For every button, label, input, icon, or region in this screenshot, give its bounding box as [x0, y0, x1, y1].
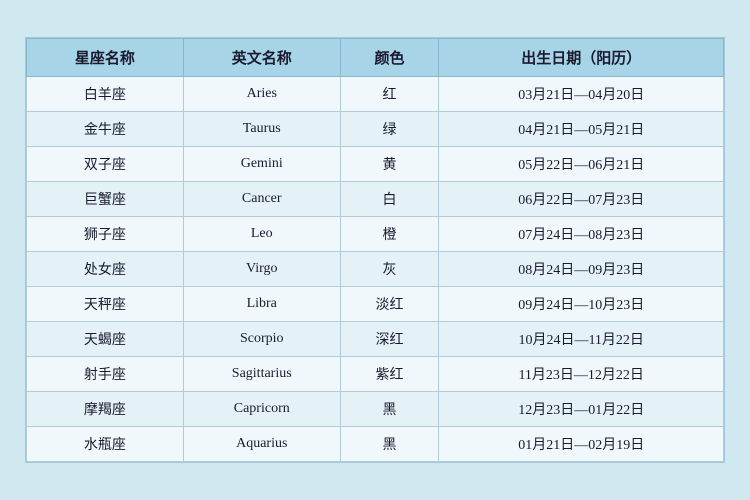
cell-english-name: Gemini: [183, 147, 340, 182]
cell-chinese-name: 巨蟹座: [27, 182, 184, 217]
table-row: 摩羯座Capricorn黑12月23日—01月22日: [27, 392, 724, 427]
cell-dates: 07月24日—08月23日: [439, 217, 724, 252]
cell-color: 黑: [340, 427, 439, 462]
cell-english-name: Aquarius: [183, 427, 340, 462]
cell-chinese-name: 天秤座: [27, 287, 184, 322]
table-row: 金牛座Taurus绿04月21日—05月21日: [27, 112, 724, 147]
header-birthdate: 出生日期（阳历）: [439, 39, 724, 77]
table-row: 白羊座Aries红03月21日—04月20日: [27, 77, 724, 112]
cell-english-name: Aries: [183, 77, 340, 112]
cell-color: 深红: [340, 322, 439, 357]
zodiac-table-container: 星座名称 英文名称 颜色 出生日期（阳历） 白羊座Aries红03月21日—04…: [25, 37, 725, 463]
cell-dates: 08月24日—09月23日: [439, 252, 724, 287]
cell-english-name: Taurus: [183, 112, 340, 147]
cell-chinese-name: 金牛座: [27, 112, 184, 147]
cell-english-name: Libra: [183, 287, 340, 322]
table-row: 射手座Sagittarius紫红11月23日—12月22日: [27, 357, 724, 392]
table-row: 巨蟹座Cancer白06月22日—07月23日: [27, 182, 724, 217]
cell-english-name: Leo: [183, 217, 340, 252]
cell-chinese-name: 处女座: [27, 252, 184, 287]
cell-dates: 03月21日—04月20日: [439, 77, 724, 112]
cell-color: 淡红: [340, 287, 439, 322]
cell-chinese-name: 摩羯座: [27, 392, 184, 427]
header-english-name: 英文名称: [183, 39, 340, 77]
cell-chinese-name: 狮子座: [27, 217, 184, 252]
cell-color: 白: [340, 182, 439, 217]
cell-english-name: Sagittarius: [183, 357, 340, 392]
cell-color: 黄: [340, 147, 439, 182]
table-body: 白羊座Aries红03月21日—04月20日金牛座Taurus绿04月21日—0…: [27, 77, 724, 462]
cell-dates: 11月23日—12月22日: [439, 357, 724, 392]
table-row: 狮子座Leo橙07月24日—08月23日: [27, 217, 724, 252]
cell-color: 黑: [340, 392, 439, 427]
cell-color: 橙: [340, 217, 439, 252]
cell-color: 绿: [340, 112, 439, 147]
cell-english-name: Cancer: [183, 182, 340, 217]
cell-color: 灰: [340, 252, 439, 287]
cell-chinese-name: 双子座: [27, 147, 184, 182]
cell-dates: 09月24日—10月23日: [439, 287, 724, 322]
cell-dates: 01月21日—02月19日: [439, 427, 724, 462]
cell-chinese-name: 射手座: [27, 357, 184, 392]
cell-dates: 04月21日—05月21日: [439, 112, 724, 147]
table-row: 处女座Virgo灰08月24日—09月23日: [27, 252, 724, 287]
table-header-row: 星座名称 英文名称 颜色 出生日期（阳历）: [27, 39, 724, 77]
table-row: 天秤座Libra淡红09月24日—10月23日: [27, 287, 724, 322]
cell-dates: 05月22日—06月21日: [439, 147, 724, 182]
cell-chinese-name: 白羊座: [27, 77, 184, 112]
cell-color: 紫红: [340, 357, 439, 392]
header-chinese-name: 星座名称: [27, 39, 184, 77]
cell-english-name: Scorpio: [183, 322, 340, 357]
cell-dates: 12月23日—01月22日: [439, 392, 724, 427]
cell-english-name: Capricorn: [183, 392, 340, 427]
cell-color: 红: [340, 77, 439, 112]
zodiac-table: 星座名称 英文名称 颜色 出生日期（阳历） 白羊座Aries红03月21日—04…: [26, 38, 724, 462]
cell-chinese-name: 水瓶座: [27, 427, 184, 462]
table-row: 水瓶座Aquarius黑01月21日—02月19日: [27, 427, 724, 462]
cell-chinese-name: 天蝎座: [27, 322, 184, 357]
cell-dates: 06月22日—07月23日: [439, 182, 724, 217]
header-color: 颜色: [340, 39, 439, 77]
cell-dates: 10月24日—11月22日: [439, 322, 724, 357]
table-row: 天蝎座Scorpio深红10月24日—11月22日: [27, 322, 724, 357]
cell-english-name: Virgo: [183, 252, 340, 287]
table-row: 双子座Gemini黄05月22日—06月21日: [27, 147, 724, 182]
